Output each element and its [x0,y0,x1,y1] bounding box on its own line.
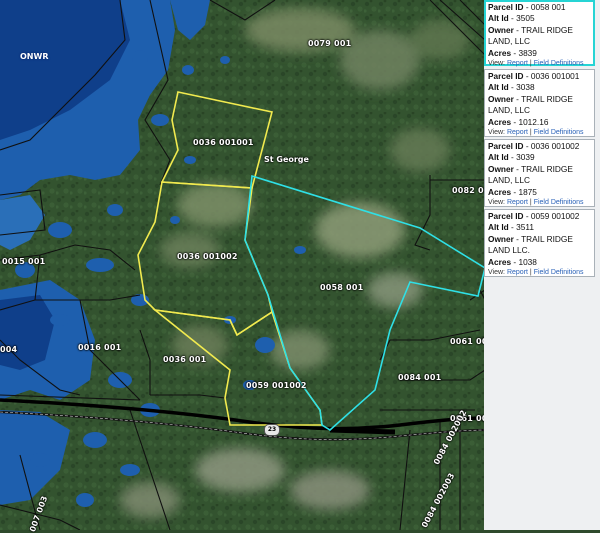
owner-row: Owner - TRAIL RIDGE LAND, LLC [488,163,573,186]
parcel-label-0059: 0059 001002 [246,381,307,390]
owner-row: Owner - TRAIL RIDGE LAND LLC. [488,233,573,256]
result-card-0059-001002[interactable]: Parcel ID - 0059 001002 Alt Id - 3511 Ow… [484,209,595,277]
acres-value: 3839 [518,47,537,58]
parcel-label-0036-001002: 0036 001002 [177,252,238,261]
result-card-0058[interactable]: Parcel ID - 0058 001 Alt Id - 3505 Owner… [484,0,595,68]
acres-value: 1012.16 [518,116,549,127]
parcel-label-0015: 0015 001 [2,257,46,266]
view-links: View: Report | Field Definitions [488,269,584,277]
alt-id-value: 3039 [516,152,535,163]
view-links: View: Report | Field Definitions [488,60,584,68]
onwr-label: ONWR [20,52,49,61]
parcel-id-value: 0036 001001 [530,71,580,81]
result-card-0036-001001[interactable]: Parcel ID - 0036 001001 Alt Id - 3038 Ow… [484,69,595,137]
report-link[interactable]: Report [507,60,528,67]
parcel-id-row: Parcel ID - 0058 001 [488,2,566,12]
report-link[interactable]: Report [507,199,528,206]
view-links: View: Report | Field Definitions [488,199,584,207]
alt-id-row: Alt Id - 3039 [488,152,535,163]
parcel-id-row: Parcel ID - 0036 001002 [488,141,580,151]
alt-id-row: Alt Id - 3038 [488,82,535,93]
field-definitions-link[interactable]: Field Definitions [534,269,584,276]
acres-row: Acres - 1875 [488,186,537,197]
parcel-label-0036-001001: 0036 001001 [193,138,254,147]
report-link[interactable]: Report [507,269,528,276]
parcel-label-0084-001: 0084 001 [398,373,442,382]
alt-id-value: 3511 [516,222,534,233]
parcel-label-004: 004 [0,345,18,354]
alt-id-row: Alt Id - 3505 [488,13,535,24]
parcel-id-value: 0036 001002 [530,141,580,151]
result-card-0036-001002[interactable]: Parcel ID - 0036 001002 Alt Id - 3039 Ow… [484,139,595,207]
report-link[interactable]: Report [507,129,528,136]
highway-shield-23: 23 [264,424,280,436]
alt-id-value: 3505 [516,13,535,24]
parcel-label-0036-001: 0036 001 [163,355,207,364]
field-definitions-link[interactable]: Field Definitions [534,199,584,206]
parcel-id-row: Parcel ID - 0036 001001 [488,71,580,81]
owner-row: Owner - TRAIL RIDGE LAND, LLC [488,24,573,47]
alt-id-value: 3038 [516,82,535,93]
owner-row: Owner - TRAIL RIDGE LAND, LLC [488,93,573,116]
parcel-id-value: 0059 001002 [530,211,580,221]
acres-row: Acres - 3839 [488,47,537,58]
parcel-label-0016: 0016 001 [78,343,122,352]
acres-value: 1038 [518,256,537,267]
alt-id-row: Alt Id - 3511 [488,222,534,233]
parcel-label-0058: 0058 001 [320,283,364,292]
field-definitions-link[interactable]: Field Definitions [534,129,584,136]
parcel-label-0061-a: 0061 00 [450,337,488,346]
acres-value: 1875 [518,186,537,197]
field-definitions-link[interactable]: Field Definitions [534,60,584,67]
st-george-label: St George [264,155,309,164]
parcel-label-0079: 0079 001 [308,39,352,48]
parcel-id-value: 0058 001 [530,2,566,12]
acres-row: Acres - 1038 [488,256,537,267]
acres-row: Acres - 1012.16 [488,116,549,127]
view-links: View: Report | Field Definitions [488,129,584,137]
parcel-id-row: Parcel ID - 0059 001002 [488,211,580,221]
